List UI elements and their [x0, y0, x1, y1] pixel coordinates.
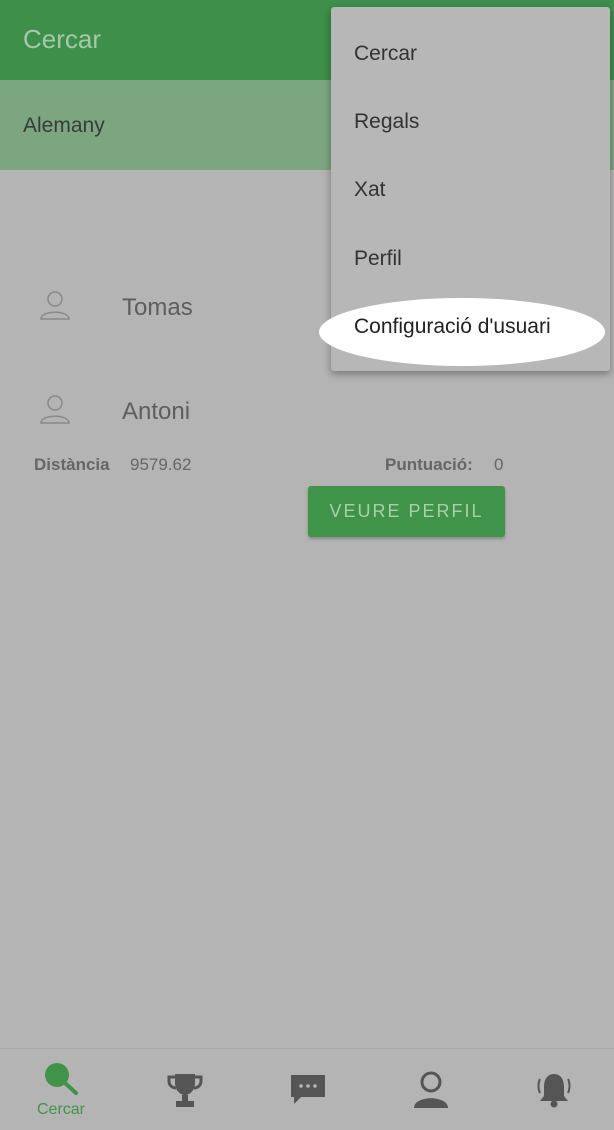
user-avatar-icon	[40, 291, 70, 320]
bottom-navigation: Cercar	[0, 1048, 614, 1130]
nav-notifications[interactable]	[492, 1049, 614, 1130]
app-title: Cercar	[23, 24, 102, 54]
distance-label: Distància	[34, 455, 110, 474]
bell-icon	[537, 1074, 571, 1108]
menu-item-chat[interactable]: Xat	[354, 178, 386, 202]
menu-item-search[interactable]: Cercar	[354, 42, 417, 66]
menu-item-user-settings[interactable]: Configuració d'usuari	[354, 315, 551, 339]
search-icon	[45, 1063, 78, 1095]
user-avatar-icon	[40, 395, 70, 424]
menu-item-profile[interactable]: Perfil	[354, 247, 402, 271]
nav-chat[interactable]	[246, 1049, 368, 1130]
chat-icon	[291, 1075, 325, 1104]
user-name: Antoni	[122, 398, 191, 425]
profile-icon	[414, 1071, 448, 1108]
language-filter-label[interactable]: Alemany	[23, 114, 105, 138]
nav-profile[interactable]	[369, 1049, 491, 1130]
nav-search[interactable]: Cercar	[0, 1049, 122, 1130]
nav-label-search: Cercar	[36, 1101, 85, 1118]
user-list-item[interactable]: Antoni	[0, 382, 614, 442]
trophy-icon	[167, 1074, 203, 1107]
user-name: Tomas	[122, 294, 193, 321]
view-profile-button[interactable]: VEURE PERFIL	[308, 486, 505, 537]
distance-value: 9579.62	[130, 455, 192, 474]
menu-item-gifts[interactable]: Regals	[354, 110, 419, 134]
nav-rewards[interactable]	[123, 1049, 245, 1130]
score-label: Puntuació:	[385, 455, 473, 474]
score-value: 0	[494, 455, 504, 474]
